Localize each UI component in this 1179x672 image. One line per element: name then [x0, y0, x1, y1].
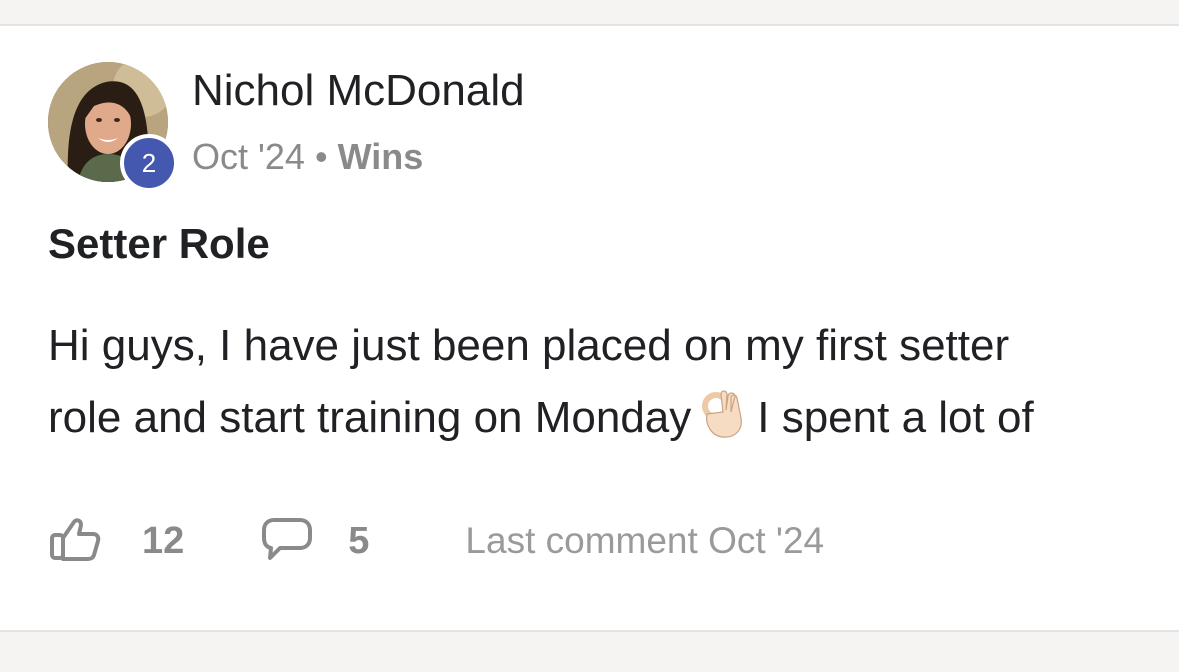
- level-number: 2: [141, 147, 157, 178]
- post-body-line: Hi guys, I have just been placed on my f…: [48, 321, 1010, 370]
- post-body-text: I spent a lot of: [757, 393, 1034, 442]
- like-button[interactable]: 12: [48, 516, 184, 567]
- last-comment-info: Last comment Oct '24: [465, 520, 825, 561]
- post-card[interactable]: 2 Nichol McDonald Oct '24 • Wins Setter …: [0, 26, 1179, 632]
- comment-button[interactable]: 5: [260, 516, 369, 567]
- level-badge: 2: [120, 134, 178, 192]
- meta-separator: •: [314, 136, 328, 177]
- post-meta: Oct '24 • Wins: [192, 136, 423, 178]
- like-count: 12: [142, 519, 185, 562]
- post-date: Oct '24: [192, 136, 305, 177]
- author-name[interactable]: Nichol McDonald: [192, 66, 525, 116]
- comment-count: 5: [348, 519, 370, 562]
- speech-bubble-icon[interactable]: [260, 516, 314, 567]
- feed-top-spacer: [0, 0, 1179, 26]
- post-body[interactable]: Hi guys, I have just been placed on my f…: [48, 310, 1138, 454]
- post-body-line: role and start training on Monday I spen…: [48, 382, 1138, 454]
- thumbs-up-icon[interactable]: [48, 516, 102, 567]
- post-actions: 12 5 Last comment Oct '24: [48, 514, 824, 568]
- ok-hand-emoji-icon: [697, 388, 749, 440]
- post-body-text: role and start training on Monday: [48, 393, 692, 442]
- post-category[interactable]: Wins: [338, 136, 424, 177]
- post-title[interactable]: Setter Role: [48, 220, 270, 268]
